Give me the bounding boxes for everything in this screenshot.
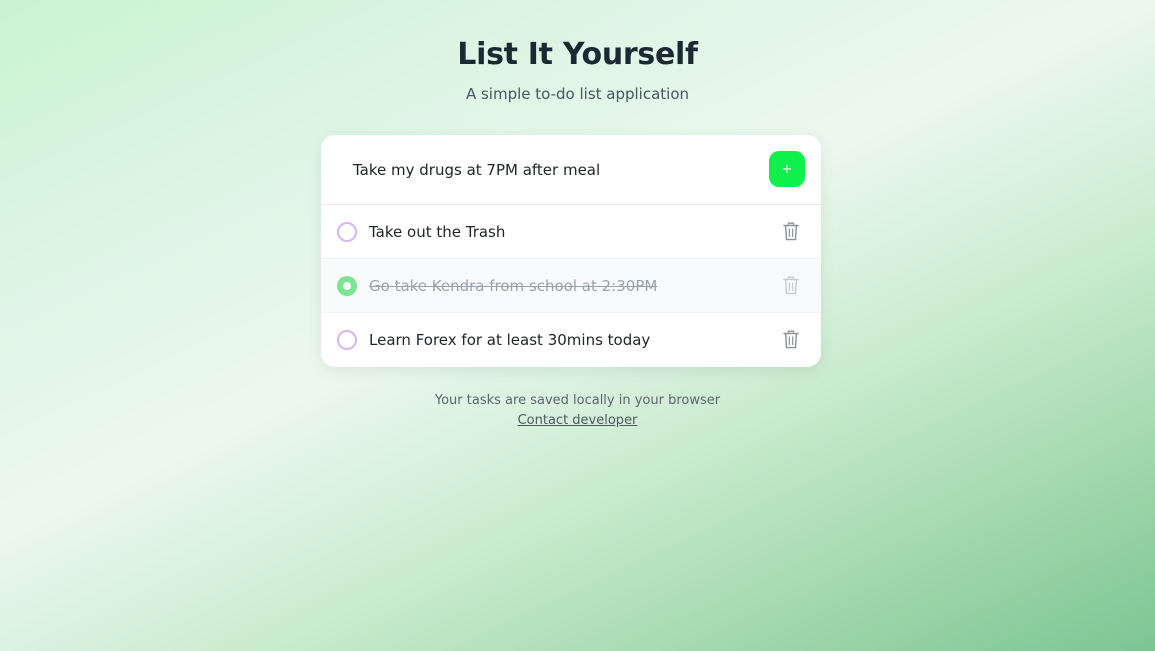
page-subtitle: A simple to-do list application [465, 85, 690, 103]
page-title: List It Yourself [457, 37, 698, 72]
task-label: Learn Forex for at least 30mins today [369, 331, 651, 349]
task-item: Learn Forex for at least 30mins today [321, 313, 821, 367]
add-task-button[interactable]: + [769, 151, 805, 187]
todo-card: + Take out the Trash Go take Kendra from… [321, 135, 821, 367]
task-label: Go take Kendra from school at 2:30PM [369, 277, 658, 295]
page-footer: Your tasks are saved locally in your bro… [0, 391, 1155, 431]
storage-note: Your tasks are saved locally in your bro… [434, 393, 721, 408]
page-header: List It Yourself A simple to-do list app… [0, 34, 1155, 106]
new-task-row: + [321, 135, 821, 205]
circle-checkbox-icon[interactable] [337, 330, 357, 350]
new-task-input[interactable] [337, 151, 757, 189]
contact-developer-link[interactable]: Contact developer [518, 413, 638, 428]
circle-checkbox-checked-icon[interactable] [337, 276, 357, 296]
task-item: Take out the Trash [321, 205, 821, 259]
trash-icon[interactable] [781, 220, 801, 242]
trash-icon[interactable] [781, 274, 801, 296]
circle-checkbox-icon[interactable] [337, 222, 357, 242]
trash-icon[interactable] [781, 328, 801, 350]
task-item: Go take Kendra from school at 2:30PM [321, 259, 821, 313]
task-label: Take out the Trash [369, 223, 506, 241]
